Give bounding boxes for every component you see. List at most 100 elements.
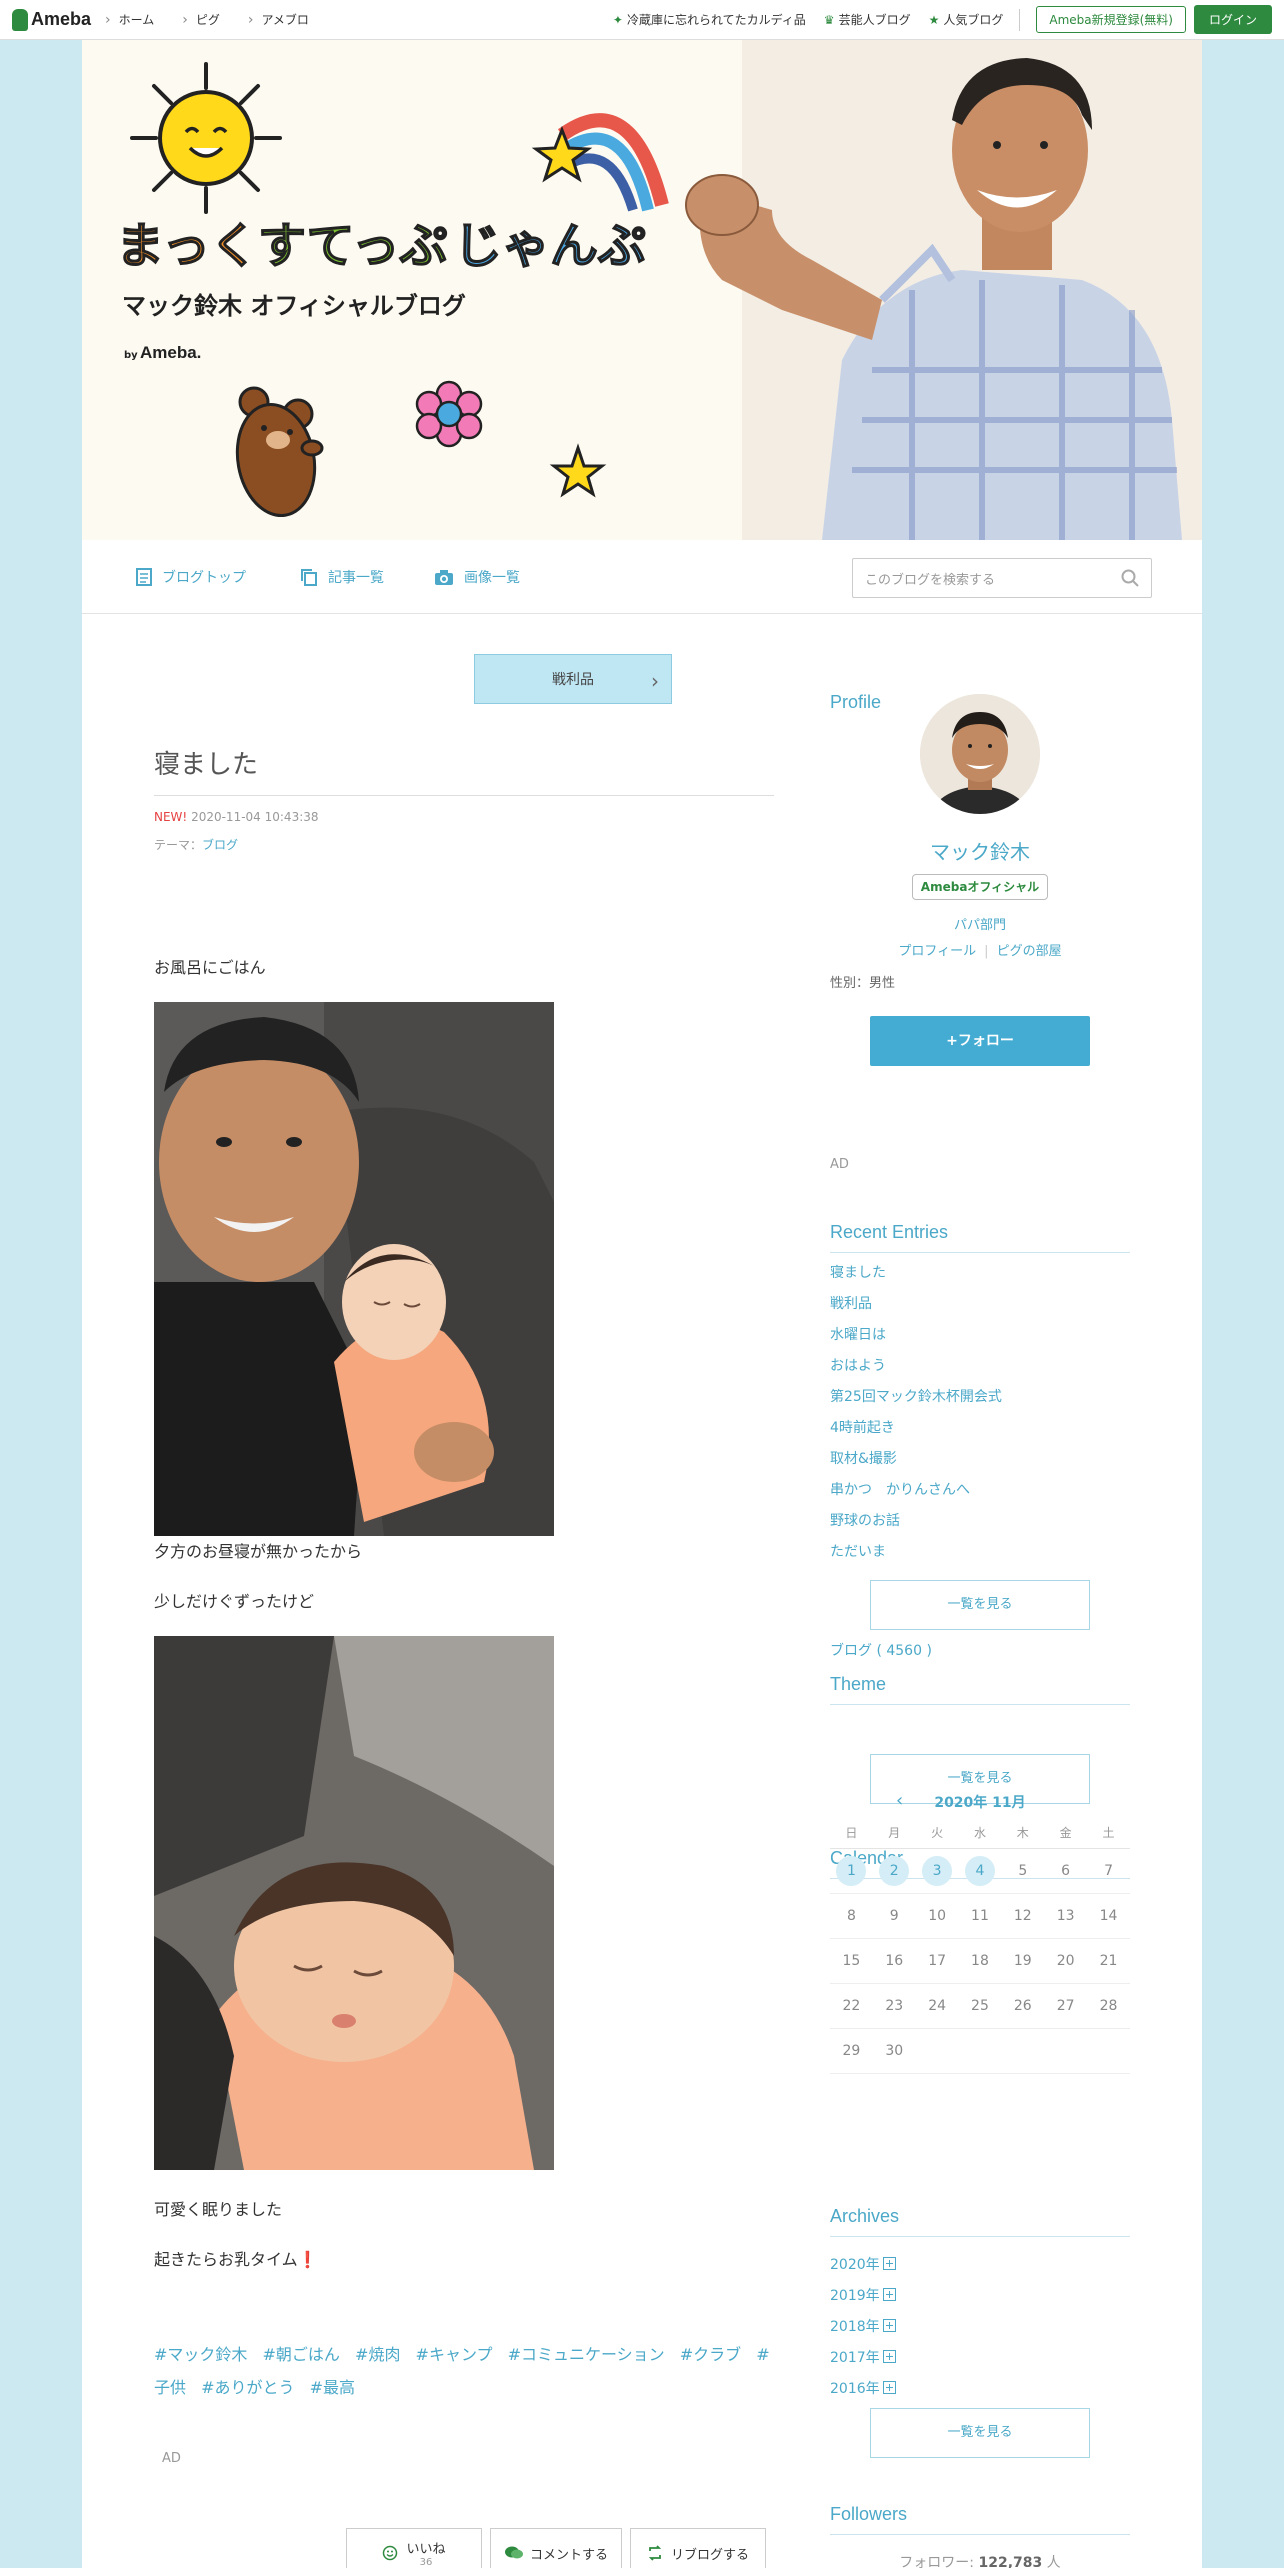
- hashtag-link[interactable]: #朝ごはん: [263, 2345, 340, 2364]
- nav-blog-top[interactable]: ブログトップ: [136, 567, 246, 587]
- calendar-day[interactable]: 3: [915, 1848, 959, 1894]
- calendar-day-link[interactable]: 4: [964, 1855, 995, 1886]
- nav-image-list[interactable]: 画像一覧: [434, 567, 520, 587]
- calendar-day: 9: [872, 1893, 916, 1939]
- divider: [1019, 8, 1021, 31]
- theme-link[interactable]: ブログ: [202, 838, 238, 852]
- expand-icon[interactable]: [882, 2350, 896, 2363]
- archive-year[interactable]: 2019年: [830, 2279, 896, 2310]
- archive-year[interactable]: 2020年: [830, 2248, 896, 2279]
- hashtag-link[interactable]: #コミュニケーション: [508, 2345, 665, 2364]
- article-paragraph: 起きたらお乳タイム❗: [154, 2250, 318, 2269]
- recent-entry-link[interactable]: 戦利品: [830, 1293, 1002, 1324]
- comment-button[interactable]: コメントする: [490, 2528, 622, 2568]
- pick-link-celebrity[interactable]: ♛ 芸能人ブログ: [824, 11, 911, 28]
- article-photo-2[interactable]: [154, 1636, 554, 2170]
- ad-label: AD: [830, 1157, 849, 1172]
- photo-sleeping-baby: [154, 1636, 554, 2170]
- article-paragraph: お風呂にごはん: [154, 958, 266, 977]
- ameba-logo[interactable]: Ameba: [12, 8, 91, 31]
- archives-see-all-button[interactable]: 一覧を見る: [870, 2408, 1090, 2458]
- recent-entry-link[interactable]: 野球のお話: [830, 1510, 1002, 1541]
- calendar-day: 30: [872, 2028, 916, 2074]
- calendar-day: 19: [1001, 1938, 1045, 1984]
- svg-text:by: by: [124, 350, 138, 361]
- archive-year[interactable]: 2016年: [830, 2372, 896, 2403]
- calendar-weekday: 火: [915, 1818, 959, 1849]
- calendar-day: 11: [958, 1893, 1002, 1939]
- recent-entry-link[interactable]: 取材&撮影: [830, 1448, 1002, 1479]
- copy-icon: [301, 569, 317, 586]
- recent-entry-link[interactable]: 水曜日は: [830, 1324, 1002, 1355]
- chevron-left-icon[interactable]: ‹: [896, 1790, 903, 1811]
- blog-header-image[interactable]: まっく すてっぷ じゃんぷ マック鈴木 オフィシャルブログ by Ameba.: [82, 40, 1202, 540]
- search-icon[interactable]: [1121, 569, 1139, 587]
- calendar-weekday: 月: [872, 1818, 916, 1849]
- smile-icon: [383, 2545, 398, 2561]
- expand-icon[interactable]: [882, 2257, 896, 2270]
- calendar-day: 25: [958, 1983, 1002, 2029]
- top-nav: ホーム ピグ アメブロ: [105, 11, 337, 28]
- calendar-day: [958, 2028, 1002, 2074]
- blog-page: まっく すてっぷ じゃんぷ マック鈴木 オフィシャルブログ by Ameba.: [82, 40, 1202, 2568]
- pick-link-popular[interactable]: ★ 人気ブログ: [929, 11, 1004, 28]
- profile-category[interactable]: パパ部門: [830, 914, 1130, 933]
- calendar-day: [915, 2028, 959, 2074]
- hashtag-link[interactable]: #ありがとう: [201, 2378, 294, 2397]
- profile-name[interactable]: マック鈴木: [830, 836, 1130, 865]
- hashtag-link[interactable]: #マック鈴木: [154, 2345, 247, 2364]
- top-nav-home[interactable]: ホーム: [105, 11, 155, 28]
- top-nav-pig[interactable]: ピグ: [182, 11, 220, 28]
- calendar-day: 17: [915, 1938, 959, 1984]
- hashtag-link[interactable]: #最高: [310, 2378, 355, 2397]
- like-button[interactable]: いいね 36: [346, 2528, 482, 2568]
- recent-entry-link[interactable]: 寝ました: [830, 1262, 1002, 1293]
- prev-entry-button[interactable]: 戦利品 ›: [474, 654, 672, 704]
- reblog-button[interactable]: リブログする: [630, 2528, 766, 2568]
- recent-entry-link[interactable]: ただいま: [830, 1541, 1002, 1572]
- hashtag-link[interactable]: #焼肉: [355, 2345, 400, 2364]
- new-badge: NEW!: [154, 810, 188, 824]
- svg-text:まっく: まっく: [116, 218, 258, 274]
- recent-entry-link[interactable]: 4時前起き: [830, 1417, 1002, 1448]
- followers-heading: Followers: [830, 2504, 1130, 2535]
- avatar[interactable]: [920, 694, 1040, 814]
- pick-link-kaldi[interactable]: ✦ 冷蔵庫に忘れられてたカルディ品: [613, 11, 806, 28]
- register-button[interactable]: Ameba新規登録(無料): [1036, 6, 1186, 33]
- archive-year[interactable]: 2018年: [830, 2310, 896, 2341]
- crown-icon: ♛: [823, 13, 835, 27]
- article-paragraph: 可愛く眠りました: [154, 2200, 283, 2219]
- recent-entry-link[interactable]: 串かつ かりんさんへ: [830, 1479, 1002, 1510]
- article-paragraph: 夕方のお昼寝が無かったから: [154, 1542, 363, 1561]
- recent-entry-link[interactable]: 第25回マック鈴木杯開会式: [830, 1386, 1002, 1417]
- calendar-day: 24: [915, 1983, 959, 2029]
- pig-room-link[interactable]: ピグの部屋: [997, 944, 1062, 959]
- calendar-day-link[interactable]: 3: [922, 1855, 953, 1886]
- hashtag-link[interactable]: #クラブ: [680, 2345, 741, 2364]
- hashtag-link[interactable]: #キャンプ: [416, 2345, 493, 2364]
- expand-icon[interactable]: [882, 2288, 896, 2301]
- calendar-day[interactable]: 2: [872, 1848, 916, 1894]
- calendar-day[interactable]: 1: [830, 1848, 873, 1894]
- theme-link[interactable]: ブログ ( 4560 ): [830, 1640, 932, 1660]
- chevron-right-icon: ›: [651, 669, 659, 693]
- follow-button[interactable]: +フォロー: [870, 1016, 1090, 1066]
- calendar-day-link[interactable]: 1: [836, 1855, 867, 1886]
- nav-entry-list[interactable]: 記事一覧: [300, 567, 384, 587]
- calendar-day-link[interactable]: 2: [879, 1855, 910, 1886]
- calendar-day[interactable]: 4: [958, 1848, 1002, 1894]
- recent-entry-link[interactable]: おはよう: [830, 1355, 1002, 1386]
- expand-icon[interactable]: [882, 2381, 896, 2394]
- profile-links: プロフィール | ピグの部屋: [898, 944, 1062, 959]
- blog-search-input[interactable]: このブログを検索する: [852, 558, 1152, 598]
- calendar-day: 14: [1087, 1893, 1130, 1939]
- archive-year[interactable]: 2017年: [830, 2341, 896, 2372]
- calendar-day: 15: [830, 1938, 873, 1984]
- profile-link[interactable]: プロフィール: [898, 944, 976, 959]
- calendar-day: 7: [1087, 1848, 1130, 1894]
- login-button[interactable]: ログイン: [1193, 5, 1272, 34]
- expand-icon[interactable]: [882, 2319, 896, 2332]
- recent-see-all-button[interactable]: 一覧を見る: [870, 1580, 1090, 1630]
- top-nav-ameblo[interactable]: アメブロ: [248, 11, 309, 28]
- article-photo-1[interactable]: [154, 1002, 554, 1536]
